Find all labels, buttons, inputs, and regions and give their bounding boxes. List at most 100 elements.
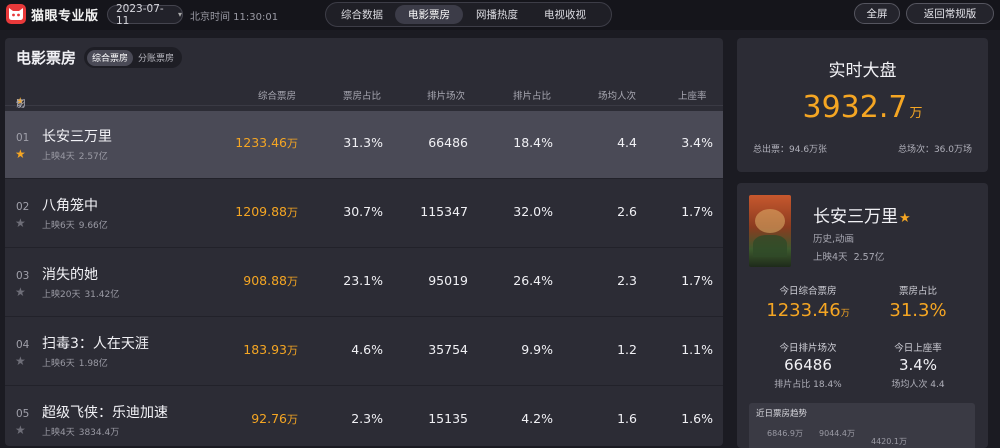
realtime-title: 实时大盘 — [828, 61, 897, 81]
occupancy-value: 1.7% — [681, 204, 713, 219]
tab-movie-boxoffice[interactable]: 电影票房 — [395, 5, 463, 24]
table-row[interactable]: 01 ★ 长安三万里 上映4天 2.57亿 1233.46万 31.3% 6648… — [5, 111, 723, 179]
col-boxoffice[interactable]: 综合票房 — [258, 88, 296, 102]
rank: 01 — [16, 132, 30, 144]
film-genre: 历史,动画 — [813, 234, 855, 245]
main-tabs: 综合数据 电影票房 网播热度 电视收视 — [325, 2, 612, 27]
boxoffice-panel: 电影票房 综合票房 分账票房 影片 (点击 ★切换右侧展示) 综合票房 票房占比… — [5, 38, 723, 446]
boxoffice-value: 92.76万 — [251, 411, 298, 426]
col-occupancy[interactable]: 上座率 — [678, 88, 707, 102]
boxoffice-value: 1209.88万 — [235, 204, 298, 219]
chevron-down-icon: ▾ — [177, 10, 182, 19]
trend-label: 9044.4万 — [819, 429, 855, 438]
tab-web-heat[interactable]: 网播热度 — [463, 5, 531, 24]
rank: 02 — [16, 201, 30, 213]
boxoffice-value: 1233.46万 — [235, 135, 298, 150]
film-name: 扫毒3：人在天涯 — [42, 336, 149, 352]
realtime-value: 3932.7 万 — [802, 90, 923, 125]
avg-people-value: 1.2 — [617, 342, 637, 357]
col-shows[interactable]: 排片场次 — [427, 88, 465, 102]
stat-today-shows: 今日排片场次 66486 排片占比 18.4% — [774, 343, 842, 390]
star-icon: ★ — [899, 211, 911, 226]
app-logo[interactable]: 猫眼专业版 — [6, 4, 99, 24]
stat-today-occupancy: 今日上座率 3.4% 场均人次 4.4 — [891, 343, 945, 390]
boxoffice-trend-chart: 近日票房趋势 6846.9万 9044.4万 4420.1万 — [749, 403, 975, 448]
table-row[interactable]: 03 ★ 消失的她 上映20天 31.42亿 908.88万 23.1% 9501… — [5, 249, 723, 317]
logo-text: 猫眼专业版 — [31, 8, 99, 24]
star-icon[interactable]: ★ — [15, 423, 26, 437]
col-show-share[interactable]: 排片占比 — [513, 88, 551, 102]
total-tickets: 总出票：94.6万张 — [753, 145, 828, 155]
avg-people-value: 2.3 — [617, 273, 637, 288]
fullscreen-button[interactable]: 全屏 — [854, 3, 900, 24]
show-share-value: 4.2% — [521, 411, 553, 426]
toggle-combined-boxoffice[interactable]: 综合票房 — [87, 49, 134, 66]
total-shows: 总场次：36.0万场 — [897, 145, 972, 155]
occupancy-value: 3.4% — [681, 135, 713, 150]
film-detail-name: 长安三万里★ — [813, 207, 911, 227]
show-share-value: 32.0% — [513, 204, 553, 219]
tab-overview[interactable]: 综合数据 — [329, 5, 395, 24]
table-row[interactable]: 05 ★ 超级飞侠：乐迪加速 上映4天 3834.4万 92.76万 2.3% 1… — [5, 387, 723, 446]
rank: 03 — [16, 270, 30, 282]
col-avg-people[interactable]: 场均人次 — [598, 88, 636, 102]
boxoffice-value: 183.93万 — [243, 342, 298, 357]
show-share-value: 18.4% — [513, 135, 553, 150]
shows-value: 15135 — [428, 411, 468, 426]
panel-header: 电影票房 综合票房 分账票房 — [16, 47, 183, 68]
cat-logo-icon — [6, 4, 26, 24]
shows-value: 95019 — [428, 273, 468, 288]
boxoffice-value: 908.88万 — [243, 273, 298, 288]
rank: 05 — [16, 408, 30, 420]
occupancy-value: 1.1% — [681, 342, 713, 357]
toggle-split-boxoffice[interactable]: 分账票房 — [133, 50, 179, 66]
stat-today-boxoffice: 今日综合票房 1233.46万 — [766, 286, 850, 321]
box-share-value: 23.1% — [343, 273, 383, 288]
film-detail-panel: 长安三万里★ 历史,动画 上映4天 2.57亿 今日综合票房 1233.46万 … — [737, 183, 988, 448]
film-release-info: 上映20天 31.42亿 — [42, 290, 120, 300]
shows-value: 35754 — [428, 342, 468, 357]
show-share-value: 9.9% — [521, 342, 553, 357]
star-icon[interactable]: ★ — [15, 285, 26, 299]
film-name: 消失的她 — [42, 267, 98, 283]
star-icon[interactable]: ★ — [15, 216, 26, 230]
date-value: 2023-07-11 — [116, 2, 164, 27]
film-release-info: 上映4天 3834.4万 — [42, 428, 120, 438]
film-name: 八角笼中 — [42, 198, 98, 214]
shows-value: 115347 — [420, 204, 468, 219]
box-share-value: 2.3% — [351, 411, 383, 426]
table-header: 影片 (点击 ★切换右侧展示) 综合票房 票房占比 排片场次 排片占比 场均人次… — [5, 80, 723, 180]
table-row[interactable]: 04 ★ 扫毒3：人在天涯 上映6天 1.98亿 183.93万 4.6% 357… — [5, 318, 723, 386]
film-release-info: 上映6天 1.98亿 — [42, 359, 108, 369]
star-icon[interactable]: ★ — [15, 354, 26, 368]
trend-label: 6846.9万 — [767, 429, 803, 438]
avg-people-value: 4.4 — [617, 135, 637, 150]
date-select[interactable]: 2023-07-11 ▾ — [107, 2, 183, 27]
film-poster — [749, 195, 791, 267]
tab-tv-ratings[interactable]: 电视收视 — [531, 5, 599, 24]
occupancy-value: 1.7% — [681, 273, 713, 288]
panel-title: 电影票房 — [16, 49, 77, 67]
col-box-share[interactable]: 票房占比 — [343, 88, 381, 102]
back-to-standard-button[interactable]: 返回常规版 — [906, 3, 994, 24]
table-row[interactable]: 02 ★ 八角笼中 上映6天 9.66亿 1209.88万 30.7% 11534… — [5, 180, 723, 248]
star-icon[interactable]: ★ — [15, 147, 26, 161]
box-share-value: 30.7% — [343, 204, 383, 219]
occupancy-value: 1.6% — [681, 411, 713, 426]
film-release-info: 上映6天 9.66亿 — [42, 221, 108, 231]
trend-label: 4420.1万 — [871, 437, 907, 446]
top-bar: 猫眼专业版 2023-07-11 ▾ 北京时间 11:30:01 综合数据 电影… — [0, 0, 1000, 30]
boxoffice-type-toggle: 综合票房 分账票房 — [84, 47, 183, 68]
stat-box-share: 票房占比 31.3% — [889, 286, 947, 321]
realtime-total-panel: 实时大盘 3932.7 万 总出票：94.6万张 总场次：36.0万场 — [737, 38, 988, 172]
show-share-value: 26.4% — [513, 273, 553, 288]
shows-value: 66486 — [428, 135, 468, 150]
box-share-value: 31.3% — [343, 135, 383, 150]
box-share-value: 4.6% — [351, 342, 383, 357]
beijing-time: 北京时间 11:30:01 — [190, 12, 279, 23]
rank: 04 — [16, 339, 30, 351]
film-name: 长安三万里 — [42, 129, 112, 145]
film-release-info: 上映4天 2.57亿 — [813, 252, 885, 263]
avg-people-value: 1.6 — [617, 411, 637, 426]
trend-title: 近日票房趋势 — [756, 409, 808, 419]
